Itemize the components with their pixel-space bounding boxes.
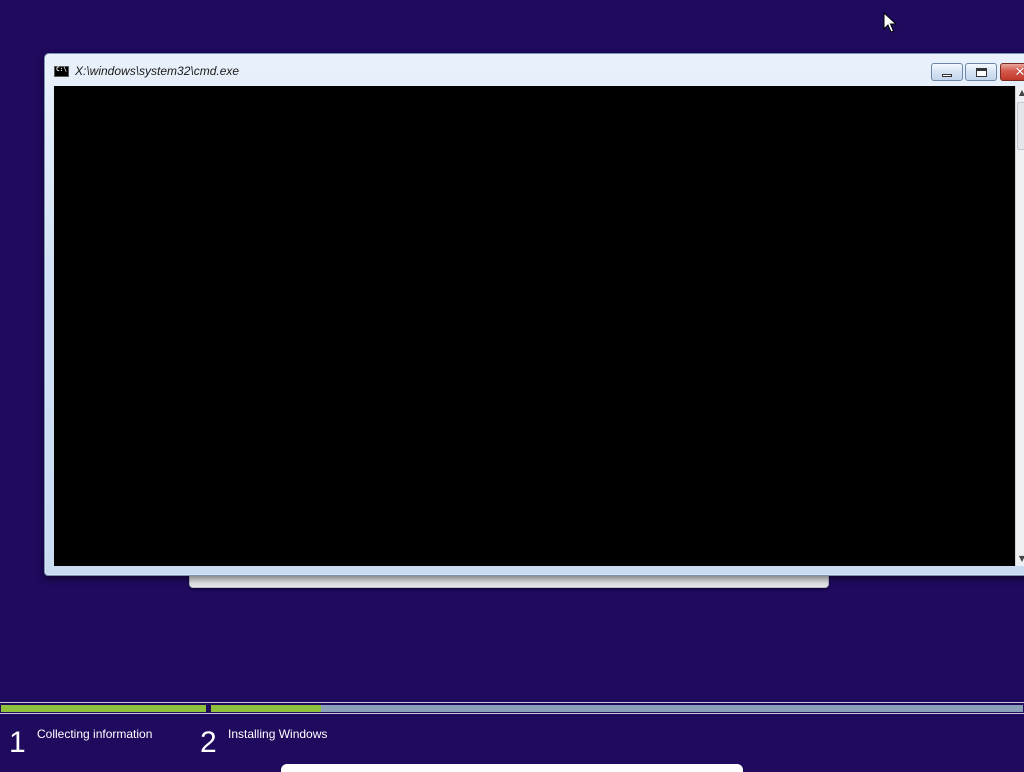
step1-label: Collecting information (37, 727, 153, 741)
step2-number: 2 (200, 726, 217, 759)
step2-label: Installing Windows (228, 727, 328, 741)
cmd-icon[interactable] (54, 66, 69, 77)
console-output[interactable] (54, 86, 1015, 566)
title-bar[interactable]: X:\windows\system32\cmd.exe ✕ (45, 54, 1024, 85)
window-title: X:\windows\system32\cmd.exe (75, 64, 240, 78)
minimize-icon (942, 73, 952, 77)
vertical-scrollbar[interactable]: ▲ ▼ (1015, 86, 1024, 566)
step2-progress-bar (211, 705, 1023, 712)
close-icon: ✕ (1014, 64, 1024, 80)
mouse-cursor-icon (883, 12, 897, 33)
cmd-window[interactable]: X:\windows\system32\cmd.exe ✕ ▲ ▼ (44, 53, 1024, 576)
setup-progress-track (0, 702, 1024, 714)
maximize-icon (975, 67, 987, 77)
scroll-down-icon[interactable]: ▼ (1016, 552, 1024, 566)
bottom-panel-edge (281, 764, 743, 772)
step2-progress-fill (211, 705, 321, 712)
step1-number: 1 (9, 726, 26, 759)
scroll-thumb[interactable] (1017, 102, 1024, 150)
minimize-button[interactable] (931, 63, 963, 81)
close-button[interactable]: ✕ (1000, 63, 1024, 81)
step1-progress-bar (1, 705, 206, 712)
maximize-button[interactable] (965, 63, 997, 81)
scroll-up-icon[interactable]: ▲ (1016, 86, 1024, 100)
